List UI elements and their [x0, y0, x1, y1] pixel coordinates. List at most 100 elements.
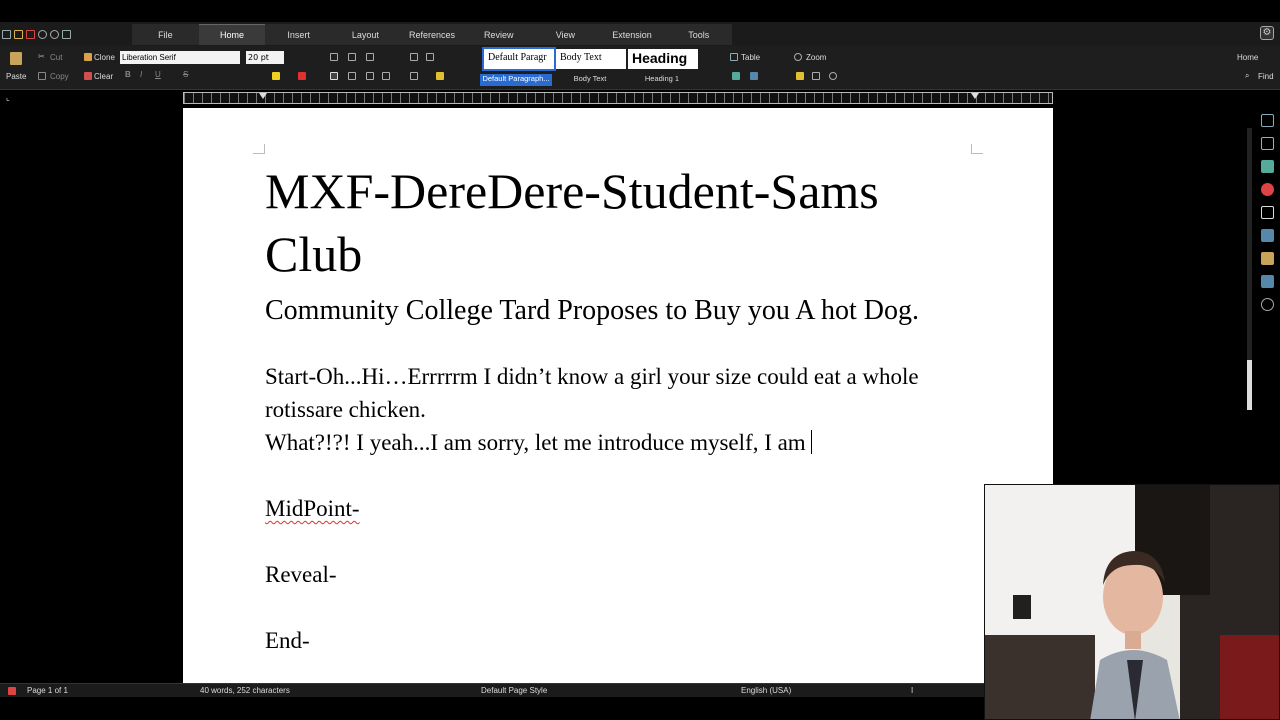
tab-home[interactable]: Home [198, 24, 266, 45]
margin-corner-tr [971, 144, 983, 154]
page-sidebar-icon[interactable] [1261, 206, 1274, 219]
style-default-paragraph[interactable]: Default Paragr [482, 47, 556, 71]
line-spacing-icon[interactable] [410, 72, 418, 80]
clear-button[interactable]: Clear [94, 72, 113, 81]
start-line-2[interactable]: What?!?! I yeah...I am sorry, let me int… [265, 430, 811, 455]
start-paragraph[interactable]: Start-Oh...Hi…Errrrrm I didn’t know a gi… [265, 360, 985, 459]
find-sidebar-icon[interactable] [1261, 298, 1274, 311]
underline-icon[interactable]: U [155, 70, 161, 79]
insert-mode-icon[interactable]: I [911, 686, 913, 695]
indent-increase-icon[interactable] [410, 53, 418, 61]
tab-review[interactable]: Review [465, 24, 532, 45]
writer-window: File Home Insert Layout References Revie… [0, 0, 1280, 720]
document-subtitle[interactable]: Community College Tard Proposes to Buy y… [265, 292, 985, 330]
manage-changes-icon[interactable] [1261, 252, 1274, 265]
page-status-icon [8, 687, 16, 695]
style-label-default[interactable]: Default Paragraph... [480, 74, 552, 86]
export-pdf-icon[interactable] [26, 29, 35, 39]
midpoint-heading[interactable]: MidPoint- [265, 492, 985, 525]
new-document-icon[interactable] [2, 29, 11, 39]
clone-icon[interactable] [84, 53, 92, 61]
cut-icon[interactable]: ✂ [38, 52, 45, 61]
page-icon[interactable] [812, 72, 820, 80]
reveal-heading[interactable]: Reveal- [265, 558, 985, 591]
justify-icon[interactable] [382, 72, 390, 80]
webcam-overlay [984, 484, 1280, 720]
right-indent-marker[interactable] [971, 93, 979, 99]
tab-layout[interactable]: Layout [332, 24, 399, 45]
horizontal-ruler[interactable] [183, 92, 1053, 104]
quick-access-toolbar [2, 25, 71, 43]
document-title[interactable]: MXF-DereDere-Student-Sams Club [265, 160, 985, 286]
tab-file[interactable]: File [132, 24, 199, 45]
left-indent-marker[interactable] [259, 93, 267, 99]
style-label-heading[interactable]: Heading 1 [626, 74, 698, 86]
webcam-feed-image [985, 485, 1279, 719]
italic-icon[interactable]: I [140, 70, 142, 79]
align-left-icon[interactable] [330, 72, 338, 80]
numbering-icon[interactable] [348, 53, 356, 61]
page-style[interactable]: Default Page Style [481, 686, 547, 695]
navigator-sidebar-icon[interactable] [1261, 183, 1274, 196]
tab-tools[interactable]: Tools [665, 24, 732, 45]
clone-button[interactable]: Clone [94, 53, 115, 62]
find-button[interactable]: Find [1258, 72, 1274, 81]
end-heading[interactable]: End- [265, 624, 985, 657]
style-heading-1[interactable]: Heading [628, 49, 698, 69]
table-icon[interactable] [730, 53, 738, 61]
font-name-field[interactable]: Liberation Serif [120, 51, 240, 64]
design-icon[interactable] [1261, 275, 1274, 288]
paste-icon[interactable] [10, 52, 22, 65]
home-dropdown[interactable]: Home [1237, 53, 1258, 62]
language[interactable]: English (USA) [741, 686, 791, 695]
properties-icon[interactable] [1261, 114, 1274, 127]
scrollbar-thumb[interactable] [1247, 360, 1252, 410]
gallery-icon[interactable] [1261, 160, 1274, 173]
highlight-icon[interactable] [272, 72, 280, 80]
comment-icon[interactable] [796, 72, 804, 80]
margin-corner-tl [253, 144, 265, 154]
open-folder-icon[interactable] [14, 29, 23, 39]
word-count[interactable]: 40 words, 252 characters [200, 686, 290, 695]
copy-icon[interactable] [38, 72, 46, 80]
redo-icon[interactable] [50, 29, 59, 39]
zoom-icon[interactable] [794, 53, 802, 61]
zoom-button[interactable]: Zoom [806, 53, 826, 62]
font-color-icon[interactable] [298, 72, 306, 80]
style-label-body[interactable]: Body Text [554, 74, 626, 86]
undo-icon[interactable] [38, 29, 47, 39]
document-body[interactable]: MXF-DereDere-Student-Sams Club Community… [265, 160, 985, 657]
menu-tabs: File Home Insert Layout References Revie… [132, 24, 732, 45]
page-count[interactable]: Page 1 of 1 [27, 686, 68, 695]
style-body-text[interactable]: Body Text [556, 49, 626, 69]
outline-icon[interactable] [366, 53, 374, 61]
tab-view[interactable]: View [532, 24, 599, 45]
align-right-icon[interactable] [366, 72, 374, 80]
clear-icon[interactable] [84, 72, 92, 80]
tab-extension[interactable]: Extension [599, 24, 666, 45]
indent-decrease-icon[interactable] [426, 53, 434, 61]
paragraph-background-icon[interactable] [436, 72, 444, 80]
tab-references[interactable]: References [399, 24, 466, 45]
table-button[interactable]: Table [741, 53, 760, 62]
bullets-icon[interactable] [330, 53, 338, 61]
start-line-1[interactable]: Start-Oh...Hi…Errrrrm I didn’t know a gi… [265, 364, 919, 422]
chart-icon[interactable] [750, 72, 758, 80]
image-icon[interactable] [732, 72, 740, 80]
styles-icon[interactable] [1261, 137, 1274, 150]
document-page[interactable]: MXF-DereDere-Student-Sams Club Community… [183, 108, 1053, 683]
copy-button[interactable]: Copy [50, 72, 69, 81]
tab-stop-selector[interactable]: ⌞ [6, 93, 10, 102]
bold-icon[interactable]: B [125, 70, 131, 79]
tab-insert[interactable]: Insert [265, 24, 332, 45]
navigator-icon[interactable] [829, 72, 837, 80]
align-center-icon[interactable] [348, 72, 356, 80]
settings-gear-icon[interactable]: ⚙ [1260, 26, 1274, 40]
font-size-field[interactable]: 20 pt [246, 51, 284, 64]
style-inspector-icon[interactable] [1261, 229, 1274, 242]
find-search-icon[interactable]: ⌕ [1245, 71, 1249, 81]
cut-button[interactable]: Cut [50, 53, 62, 62]
strikethrough-icon[interactable]: S [183, 70, 188, 79]
paste-button[interactable]: Paste [6, 72, 26, 81]
print-icon[interactable] [62, 29, 71, 39]
